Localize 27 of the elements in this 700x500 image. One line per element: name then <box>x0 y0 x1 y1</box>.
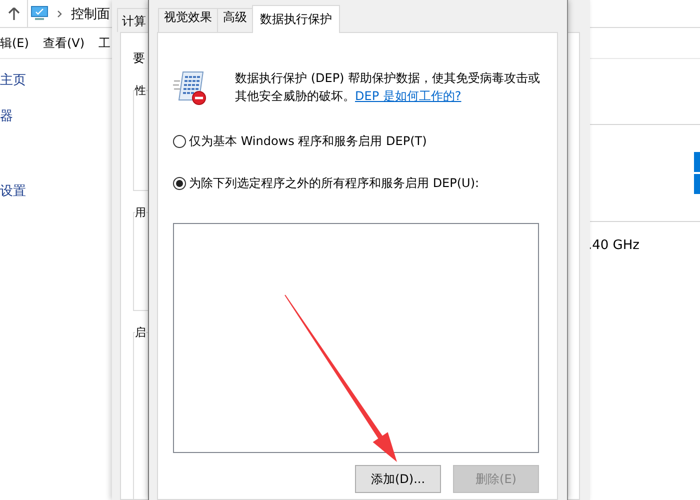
monitor-icon <box>31 6 48 21</box>
program-list[interactable] <box>173 223 539 453</box>
radio-button[interactable] <box>173 134 186 148</box>
menu-item[interactable]: 查看(V) <box>42 34 85 52</box>
chevron-icon <box>57 10 62 18</box>
radio-label[interactable]: 为除下列选定程序之外的所有程序和服务启用 DEP(U): <box>189 174 480 192</box>
tab[interactable]: 数据执行保护 <box>252 5 340 33</box>
up-arrow-icon[interactable] <box>8 6 20 20</box>
document-stop-icon <box>173 69 207 105</box>
spec-value: .40 GHz <box>588 238 640 253</box>
group-label: 启 <box>135 325 146 340</box>
sidebar-link[interactable]: 器 <box>0 108 13 126</box>
tab[interactable]: 视觉效果 <box>158 8 218 32</box>
add-button[interactable]: 添加(D)... <box>355 465 441 493</box>
section-label: 要 <box>133 51 145 65</box>
sidebar-link[interactable]: 主页 <box>0 72 26 90</box>
radio-button[interactable] <box>173 176 186 190</box>
menu-item[interactable]: 工 <box>98 34 111 52</box>
radio-label[interactable]: 仅为基本 Windows 程序和服务启用 DEP(T) <box>189 132 427 150</box>
help-link[interactable]: DEP 是如何工作的? <box>355 89 462 103</box>
description-text: 数据执行保护 (DEP) 帮助保护数据，使其免受病毒攻击或其他安全威胁的破坏。DEP 是如何工作的? <box>235 70 542 105</box>
menu-item[interactable]: 辑(E) <box>0 34 29 52</box>
breadcrumb-item[interactable]: 控制面 <box>71 4 110 22</box>
sidebar-link[interactable]: 设置 <box>0 183 26 201</box>
group-label: 用 <box>135 205 146 220</box>
group-label: 性 <box>135 83 146 98</box>
tab[interactable]: 计算 <box>117 8 151 32</box>
